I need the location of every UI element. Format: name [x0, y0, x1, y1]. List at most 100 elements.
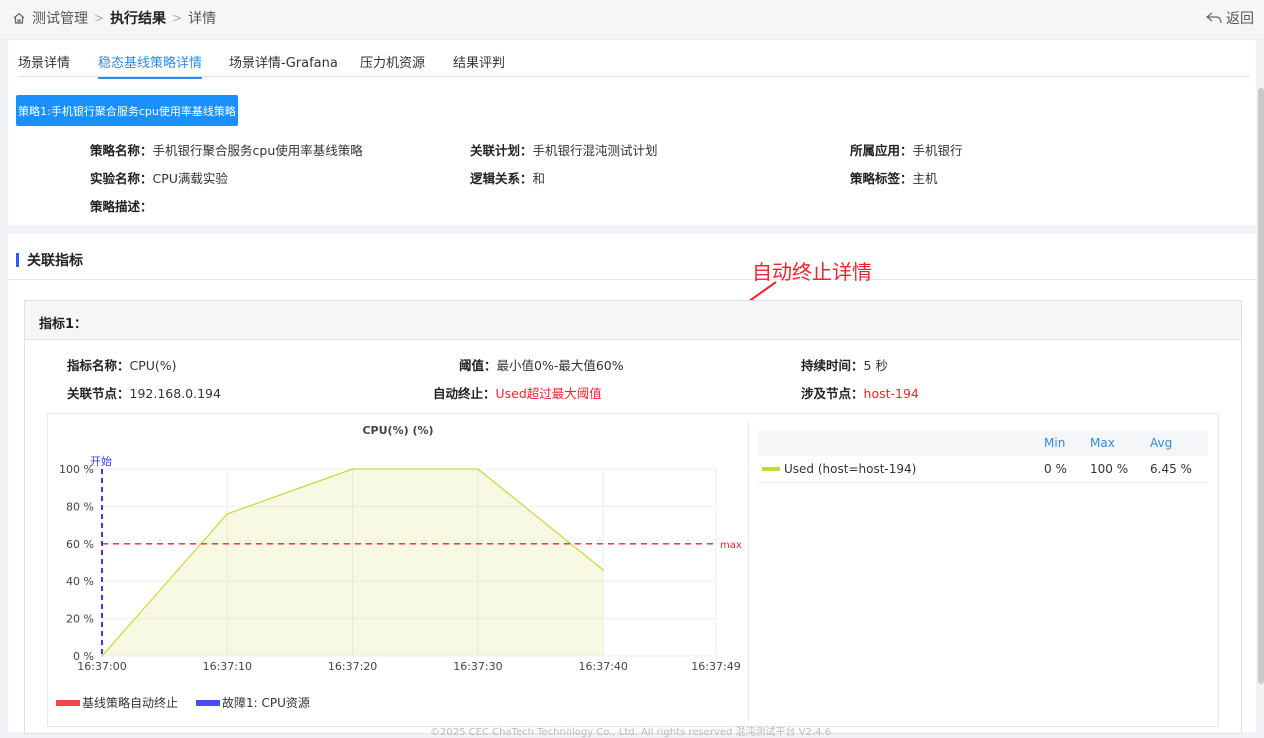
strategy-tag-value: 主机 — [912, 171, 938, 186]
legend-swatch-fault — [196, 699, 221, 706]
y-tick-label: 100 % — [59, 463, 94, 476]
metric-duration: 持续时间：5 秒 — [801, 355, 888, 374]
strategy-description: 策略描述： — [90, 196, 153, 215]
metric-card-title: 指标1： — [39, 317, 88, 332]
logic-relation-label: 逻辑关系： — [470, 171, 533, 186]
tab-scene-detail[interactable]: 场景详情 — [18, 52, 70, 77]
experiment-name-label: 实验名称： — [90, 171, 153, 186]
metric-card-header: 指标1： — [25, 301, 1241, 340]
cpu-chart: CPU(%) (%)0 %20 %40 %60 %80 %100 %16:37:… — [59, 424, 742, 673]
tab-grafana[interactable]: 场景详情-Grafana — [229, 52, 338, 77]
metric-node-label: 关联节点： — [67, 386, 130, 401]
metric-autostop-value: Used超过最大阈值 — [495, 386, 602, 401]
legend-autostop-label[interactable]: 基线策略自动终止 — [82, 694, 178, 711]
related-plan-value: 手机银行混沌测试计划 — [532, 143, 658, 158]
legend-table-header: Min Max Avg — [758, 430, 1208, 456]
scrollbar[interactable] — [1258, 88, 1264, 684]
y-tick-label: 80 % — [66, 500, 94, 513]
y-tick-label: 20 % — [66, 613, 94, 626]
metric-name: 指标名称：CPU(%) — [67, 355, 177, 374]
metric-autostop-label: 自动终止： — [433, 386, 496, 401]
start-marker-label: 开始 — [90, 454, 112, 468]
metric-involved-node-label: 涉及节点： — [801, 386, 864, 401]
experiment-name: 实验名称：CPU满载实验 — [90, 168, 228, 187]
strategy-panel: 场景详情 稳态基线策略详情 场景详情-Grafana 压力机资源 结果评判 策略… — [8, 40, 1256, 225]
legend-header-avg[interactable]: Avg — [1150, 436, 1172, 450]
metric-node: 关联节点：192.168.0.194 — [67, 383, 221, 402]
strategy-name-value: 手机银行聚合服务cpu使用率基线策略 — [152, 143, 363, 158]
x-tick-label: 16:37:00 — [77, 660, 126, 673]
metric-duration-value: 5 秒 — [863, 358, 888, 373]
experiment-name-value: CPU满载实验 — [152, 171, 228, 186]
legend-series-name: Used (host=host-194) — [784, 462, 917, 476]
legend-series-min: 0 % — [1044, 462, 1067, 476]
metrics-panel: 关联指标 自动终止详情 指标1： 指标名称：CPU(%) 阈值：最小值0%-最大… — [8, 234, 1256, 734]
series-swatch — [762, 467, 780, 471]
tab-bar: 场景详情 稳态基线策略详情 场景详情-Grafana 压力机资源 结果评判 — [18, 52, 1250, 79]
metric-autostop: 自动终止：Used超过最大阈值 — [433, 383, 602, 402]
owning-app: 所属应用：手机银行 — [850, 140, 963, 159]
tab-baseline-strategy[interactable]: 稳态基线策略详情 — [98, 52, 203, 79]
metric-name-value: CPU(%) — [129, 358, 177, 373]
y-tick-label: 40 % — [66, 575, 94, 588]
back-arrow-icon — [1206, 12, 1222, 24]
series-point — [226, 513, 229, 515]
back-label: 返回 — [1226, 11, 1254, 27]
breadcrumb: 测试管理 > 执行结果 > 详情 — [12, 8, 216, 28]
top-bar: 测试管理 > 执行结果 > 详情 返回 — [0, 0, 1264, 38]
strategy-button[interactable]: 策略1:手机银行聚合服务cpu使用率基线策略 — [16, 95, 238, 126]
metric-involved-node: 涉及节点：host-194 — [801, 383, 919, 402]
legend-header-min[interactable]: Min — [1044, 436, 1065, 450]
owning-app-value: 手机银行 — [912, 143, 963, 158]
legend-swatch-autostop — [56, 699, 80, 706]
breadcrumb-separator: > — [172, 11, 183, 25]
owning-app-label: 所属应用： — [850, 143, 913, 158]
home-icon[interactable] — [12, 11, 26, 25]
legend-fault-label[interactable]: 故障1: CPU资源 — [222, 694, 310, 711]
strategy-tag-label: 策略标签： — [850, 171, 913, 186]
x-tick-label: 16:37:30 — [453, 660, 502, 673]
strategy-name: 策略名称：手机银行聚合服务cpu使用率基线策略 — [90, 140, 363, 159]
threshold-label: max — [720, 540, 742, 551]
chart-divider — [748, 422, 749, 722]
breadcrumb-detail: 详情 — [188, 11, 217, 27]
legend-series-avg: 6.45 % — [1150, 462, 1192, 476]
related-plan-label: 关联计划： — [470, 143, 533, 158]
bottom-legend: 基线策略自动终止 故障1: CPU资源 — [56, 694, 310, 711]
strategy-tag: 策略标签：主机 — [850, 168, 938, 187]
back-button[interactable]: 返回 — [1206, 8, 1254, 28]
x-tick-label: 16:37:10 — [203, 660, 252, 673]
metric-threshold: 阈值：最小值0%-最大值60% — [459, 355, 624, 374]
legend-header-max[interactable]: Max — [1090, 436, 1115, 450]
y-tick-label: 60 % — [66, 538, 94, 551]
metric-threshold-label: 阈值： — [459, 358, 497, 373]
series-point — [477, 468, 479, 470]
related-plan: 关联计划：手机银行混沌测试计划 — [470, 140, 658, 159]
x-tick-label: 16:37:20 — [328, 660, 377, 673]
legend-table-row[interactable]: Used (host=host-194) 0 % 100 % 6.45 % — [758, 456, 1208, 483]
strategy-description-label: 策略描述： — [90, 199, 153, 214]
legend-series-max: 100 % — [1090, 462, 1129, 476]
footer-text: ©2025 CEC ChaTech Technology Co., Ltd. A… — [430, 727, 832, 738]
legend-table: Min Max Avg Used (host=host-194) 0 % 100… — [758, 430, 1208, 483]
series-point — [351, 468, 354, 470]
metric-card: 指标1： 指标名称：CPU(%) 阈值：最小值0%-最大值60% 持续时间：5 … — [24, 300, 1242, 734]
series-area — [102, 469, 604, 656]
chart-container: CPU(%) (%) 0 % 20 % 40 % 60 % 80 % 100 % 16:37:… — [47, 413, 1219, 727]
metric-duration-label: 持续时间： — [801, 358, 864, 373]
tab-result-judgement[interactable]: 结果评判 — [453, 52, 505, 77]
breadcrumb-home[interactable]: 测试管理 — [32, 8, 88, 28]
strategy-name-label: 策略名称： — [90, 143, 153, 158]
metric-involved-node-value: host-194 — [863, 386, 919, 401]
series-point — [602, 569, 605, 571]
metric-node-value: 192.168.0.194 — [129, 386, 221, 401]
tab-load-resources[interactable]: 压力机资源 — [360, 52, 425, 77]
logic-relation-value: 和 — [532, 171, 546, 186]
breadcrumb-current[interactable]: 执行结果 — [110, 8, 166, 28]
metric-threshold-value: 最小值0%-最大值60% — [496, 358, 624, 373]
chart-title: CPU(%) (%) — [362, 424, 433, 437]
x-tick-label: 16:37:40 — [579, 660, 628, 673]
breadcrumb-separator: > — [94, 11, 105, 25]
metric-name-label: 指标名称： — [67, 358, 130, 373]
logic-relation: 逻辑关系：和 — [470, 168, 545, 187]
